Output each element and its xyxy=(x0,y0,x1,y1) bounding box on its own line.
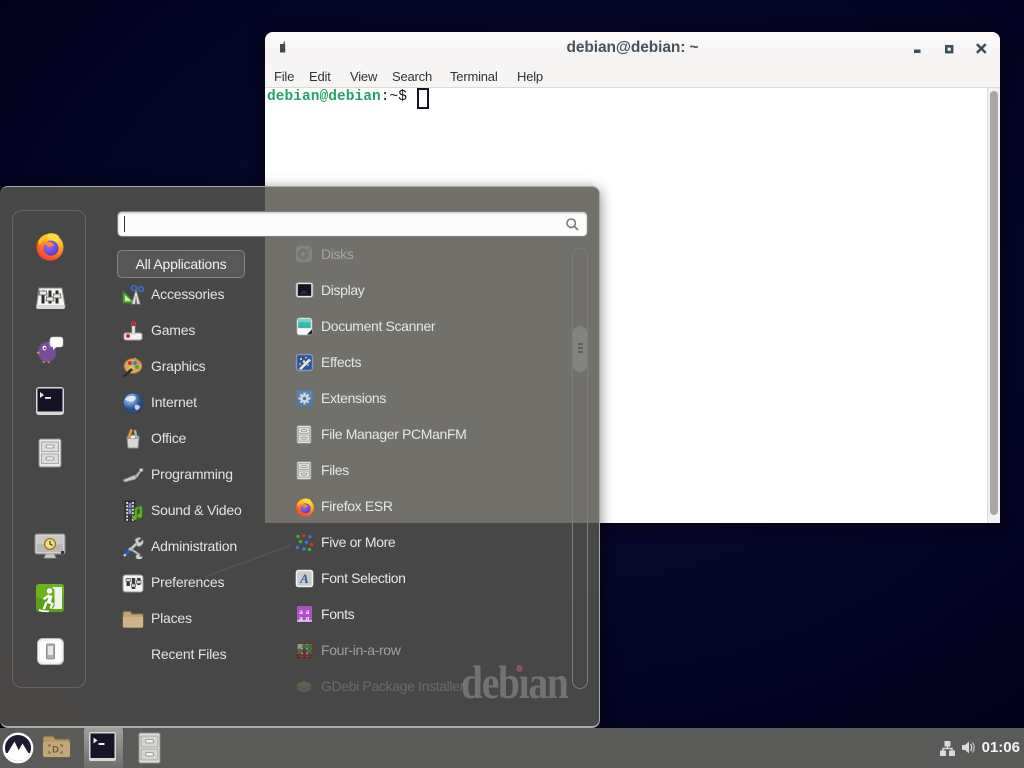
svg-text:a: a xyxy=(306,614,310,623)
svg-text:a: a xyxy=(299,614,303,623)
svg-text:A: A xyxy=(299,571,309,586)
svg-text:D: D xyxy=(52,745,59,755)
